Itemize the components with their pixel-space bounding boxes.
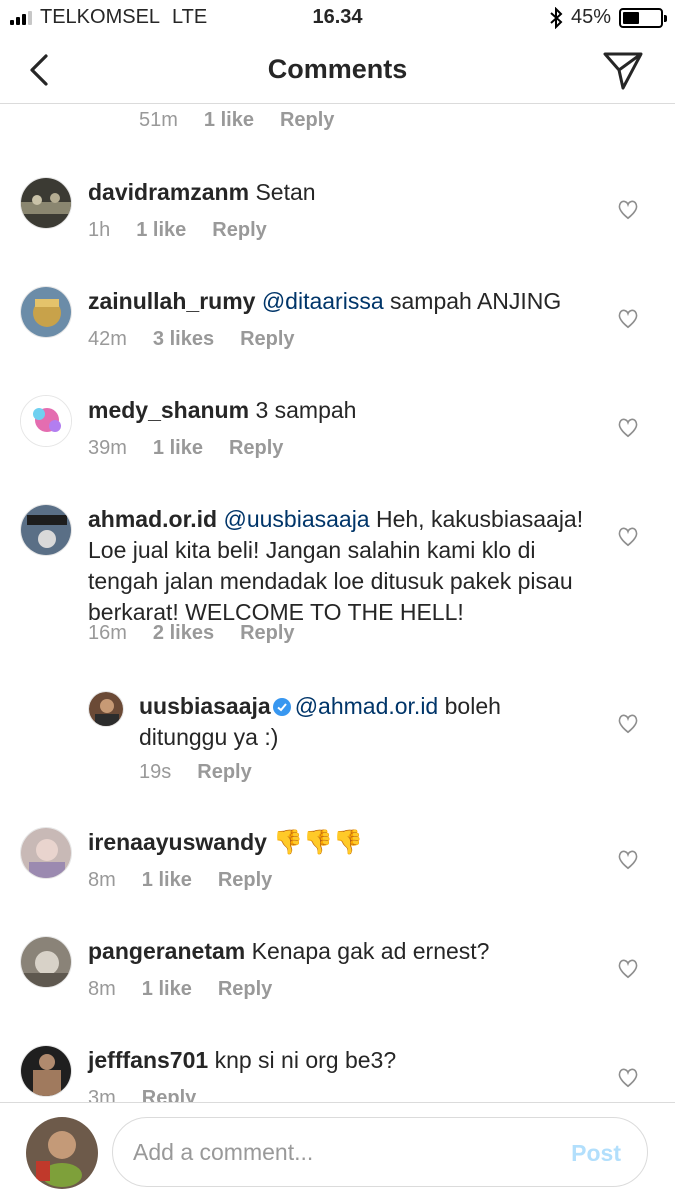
comment-time: 39m <box>88 437 127 459</box>
avatar[interactable] <box>20 504 72 556</box>
heart-icon[interactable] <box>617 850 639 870</box>
comment-body: Setan <box>255 179 316 205</box>
reply-button[interactable]: Reply <box>142 1087 196 1102</box>
comment-username[interactable]: medy_shanum <box>88 397 249 423</box>
comment-username[interactable]: uusbiasaaja <box>139 693 271 719</box>
comment-body: Kenapa gak ad ernest? <box>251 938 490 964</box>
heart-icon[interactable] <box>617 418 639 438</box>
verified-badge-icon <box>272 698 291 716</box>
reply-button[interactable]: Reply <box>212 219 266 242</box>
comment-meta: 42m 3 likes Reply <box>88 328 295 351</box>
comment-time: 16m <box>88 622 127 644</box>
comment-text: ahmad.or.id @uusbiasaaja Heh, kakusbiasa… <box>88 504 598 628</box>
battery-level <box>623 11 640 24</box>
comments-list[interactable]: 51m 1 like Reply davidramzanm Setan 1h 1… <box>0 105 675 1102</box>
comment-mention[interactable]: @ahmad.or.id <box>295 693 439 719</box>
comment-username[interactable]: davidramzanm <box>88 179 249 205</box>
comment-mention[interactable]: @uusbiasaaja <box>223 506 369 532</box>
status-bar: TELKOMSEL LTE 16.34 45% <box>0 0 675 36</box>
comment-likes[interactable]: 1 like <box>142 869 192 892</box>
comment-time: 8m <box>88 869 116 891</box>
comment-body: 3 sampah <box>255 397 357 423</box>
avatar[interactable] <box>20 286 72 338</box>
comment-time: 3m <box>88 1087 116 1102</box>
comment-text: jefffans701 knp si ni org be3? <box>88 1045 588 1076</box>
comment-text: pangeranetam Kenapa gak ad ernest? <box>88 936 588 967</box>
reply-button[interactable]: Reply <box>280 109 334 132</box>
comment-likes[interactable]: 1 like <box>136 219 186 242</box>
reply-button[interactable]: Reply <box>218 978 272 1001</box>
heart-icon[interactable] <box>617 1068 639 1088</box>
heart-icon[interactable] <box>617 200 639 220</box>
comment-time: 1h <box>88 219 111 241</box>
comment-username[interactable]: ahmad.or.id <box>88 506 217 532</box>
thumbs-down-emoji: 👎👎👎 <box>273 829 364 856</box>
comment-meta: 3m Reply <box>88 1087 196 1102</box>
reply-button[interactable]: Reply <box>197 761 251 784</box>
comment-mention[interactable]: @ditaarissa <box>262 288 384 314</box>
bluetooth-icon <box>550 6 563 29</box>
comment-body: sampah ANJING <box>383 288 562 314</box>
comment-meta: 51m 1 like Reply <box>139 109 334 132</box>
comment-input[interactable] <box>133 1118 553 1186</box>
nav-bar: Comments <box>0 36 675 104</box>
comment-text: uusbiasaaja @ahmad.or.id boleh ditunggu y… <box>139 691 559 753</box>
comment-username[interactable]: irenaayuswandy <box>88 829 267 855</box>
comment-composer: Post <box>0 1102 675 1200</box>
battery-icon <box>619 7 667 28</box>
heart-icon[interactable] <box>617 714 639 734</box>
comment-meta: 8m 1 like Reply <box>88 978 272 1001</box>
comment-username[interactable]: pangeranetam <box>88 938 245 964</box>
page-title: Comments <box>267 54 408 84</box>
comment-meta: 39m 1 like Reply <box>88 437 283 460</box>
comment-likes[interactable]: 2 likes <box>153 622 214 645</box>
reply-button[interactable]: Reply <box>240 328 294 351</box>
comment-likes[interactable]: 1 like <box>153 437 203 460</box>
reply-button[interactable]: Reply <box>240 622 294 645</box>
current-user-avatar <box>26 1117 98 1189</box>
comment-time: 51m <box>139 109 178 131</box>
comment-likes[interactable]: 1 like <box>204 109 254 132</box>
comment-meta: 16m 2 likes Reply <box>88 622 295 645</box>
comment-meta: 8m 1 like Reply <box>88 869 272 892</box>
comment-username[interactable]: jefffans701 <box>88 1047 208 1073</box>
comment-text: zainullah_rumy @ditaarissa sampah ANJING <box>88 286 588 317</box>
comment-likes[interactable]: 3 likes <box>153 328 214 351</box>
avatar[interactable] <box>20 1045 72 1097</box>
avatar[interactable] <box>88 691 124 727</box>
comment-time: 19s <box>139 761 172 783</box>
comment-meta: 19s Reply <box>139 761 252 784</box>
comment-meta: 1h 1 like Reply <box>88 219 267 242</box>
comment-text: medy_shanum 3 sampah <box>88 395 588 426</box>
comment-text: irenaayuswandy 👎👎👎 <box>88 827 588 858</box>
avatar[interactable] <box>20 177 72 229</box>
avatar[interactable] <box>20 395 72 447</box>
post-button[interactable]: Post <box>571 1140 621 1167</box>
comment-text: davidramzanm Setan <box>88 177 588 208</box>
comment-time: 42m <box>88 328 127 350</box>
comment-username[interactable]: zainullah_rumy <box>88 288 255 314</box>
comment-input-wrapper: Post <box>112 1117 648 1187</box>
avatar[interactable] <box>20 827 72 879</box>
reply-button[interactable]: Reply <box>218 869 272 892</box>
reply-button[interactable]: Reply <box>229 437 283 460</box>
battery-percent: 45% <box>570 6 611 28</box>
paper-plane-icon[interactable] <box>601 48 645 92</box>
heart-icon[interactable] <box>617 309 639 329</box>
comment-body: knp si ni org be3? <box>214 1047 397 1073</box>
heart-icon[interactable] <box>617 959 639 979</box>
avatar[interactable] <box>20 936 72 988</box>
heart-icon[interactable] <box>617 527 639 547</box>
comment-likes[interactable]: 1 like <box>142 978 192 1001</box>
comment-time: 8m <box>88 978 116 1000</box>
